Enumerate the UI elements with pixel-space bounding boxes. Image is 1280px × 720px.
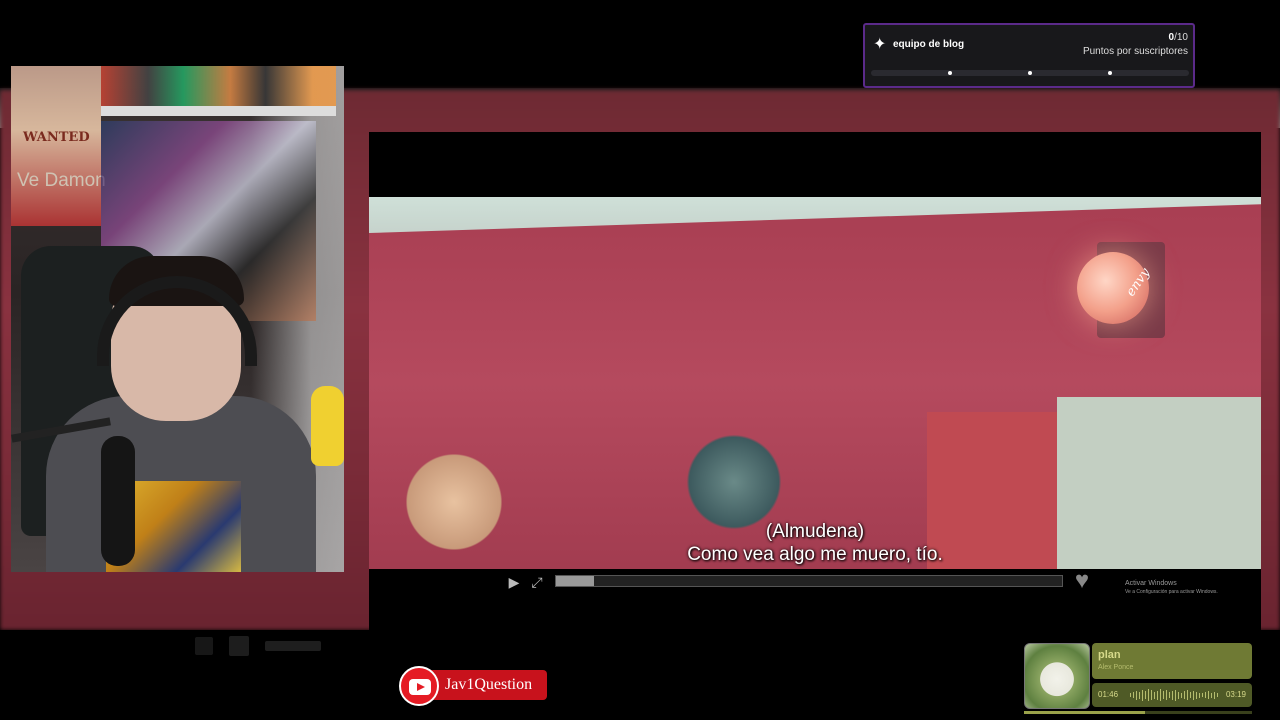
waveform-bar: [1190, 692, 1191, 698]
waveform-bar: [1211, 692, 1212, 698]
subtitle-speaker: (Almudena): [765, 521, 865, 542]
windows-activation-notice: Activar Windows Ve a Configuración para …: [1125, 580, 1218, 595]
waveform-bar: [1193, 690, 1194, 700]
play-icon[interactable]: ▶: [506, 574, 522, 590]
waveform-bar: [1178, 691, 1179, 699]
seek-bar[interactable]: [555, 575, 1063, 587]
waveform-bar: [1163, 691, 1164, 699]
fullscreen-icon[interactable]: ⤢: [529, 574, 545, 590]
waveform-bar: [1151, 690, 1152, 700]
waveform-bar: [1184, 691, 1185, 699]
player-controls: ▶ ⤢ ♥ Activar Windows Ve a Configuración…: [369, 569, 1261, 631]
goal-milestone-dot: [1108, 71, 1112, 75]
wanted-poster-text: WANTED: [23, 130, 90, 145]
waveform-bar: [1181, 692, 1182, 698]
video-frame[interactable]: envy: [369, 197, 1261, 569]
waveform-bar: [1208, 691, 1209, 699]
youtube-channel-name: Jav1Question: [445, 676, 533, 693]
video-subtitle: (Almudena) Como vea algo me muero, tío.: [369, 520, 1261, 566]
waveform-bar: [1202, 693, 1203, 697]
pikachu-figure: [311, 386, 344, 466]
now-playing-info: plan Alex Ponce: [1092, 643, 1252, 679]
song-progress-fill: [1024, 711, 1145, 714]
microphone: [101, 436, 135, 566]
waveform-bar: [1154, 691, 1155, 699]
waveform-bar: [1157, 690, 1158, 700]
waveform-bar: [1148, 689, 1149, 701]
subscriber-goal-widget: ✦ equipo de blog 0/10 Puntos por suscrip…: [863, 23, 1195, 88]
goal-subtitle: Puntos por suscriptores: [1082, 46, 1188, 57]
waveform-bar: [1187, 690, 1188, 700]
goal-progress-bar: [871, 70, 1189, 76]
song-title: plan: [1098, 649, 1121, 661]
waveform-bar: [1196, 691, 1197, 699]
star-burst-icon: ✦: [873, 36, 887, 53]
goal-title: equipo de blog: [893, 39, 965, 50]
webcam-feed: WANTED Ve Damon: [11, 66, 344, 572]
waveform-bar: [1175, 689, 1176, 701]
song-total-time: 03:19: [1225, 690, 1246, 699]
song-artist: Alex Ponce: [1098, 664, 1134, 671]
waveform-bar: [1205, 692, 1206, 698]
goal-milestone-dot: [948, 71, 952, 75]
waveform-bar: [1217, 693, 1218, 697]
seek-bar-fill: [556, 576, 594, 586]
waveform-bar: [1214, 691, 1215, 699]
player-top-bar: [369, 132, 1261, 198]
song-current-time: 01:46: [1098, 690, 1119, 699]
waveform-bar: [1133, 692, 1134, 698]
youtube-icon: [409, 679, 431, 695]
subtitle-line: Como vea algo me muero, tío.: [687, 544, 943, 565]
heart-icon[interactable]: ♥: [1069, 569, 1095, 593]
song-progress-bar: [1024, 711, 1252, 714]
goal-count: 0/10: [1168, 32, 1188, 43]
wanted-poster-subtext: Ve Damon: [17, 170, 106, 191]
waveform-bar: [1142, 689, 1143, 701]
goal-milestone-dot: [1028, 71, 1032, 75]
waveform-bar: [1145, 691, 1146, 699]
youtube-channel-badge: Jav1Question: [399, 666, 549, 706]
now-playing-time: 01:46 03:19: [1092, 683, 1252, 707]
figure-shelf: [101, 66, 336, 106]
audio-waveform: [1130, 688, 1218, 702]
waveform-bar: [1160, 689, 1161, 701]
waveform-bar: [1136, 690, 1137, 700]
waveform-bar: [1139, 691, 1140, 699]
waveform-bar: [1130, 693, 1131, 697]
waveform-bar: [1166, 690, 1167, 700]
waveform-bar: [1199, 692, 1200, 698]
wanted-poster: [11, 66, 101, 226]
album-art: [1024, 643, 1090, 709]
waveform-bar: [1169, 692, 1170, 698]
background-ghost-controls: [195, 634, 321, 658]
waveform-bar: [1172, 690, 1173, 700]
